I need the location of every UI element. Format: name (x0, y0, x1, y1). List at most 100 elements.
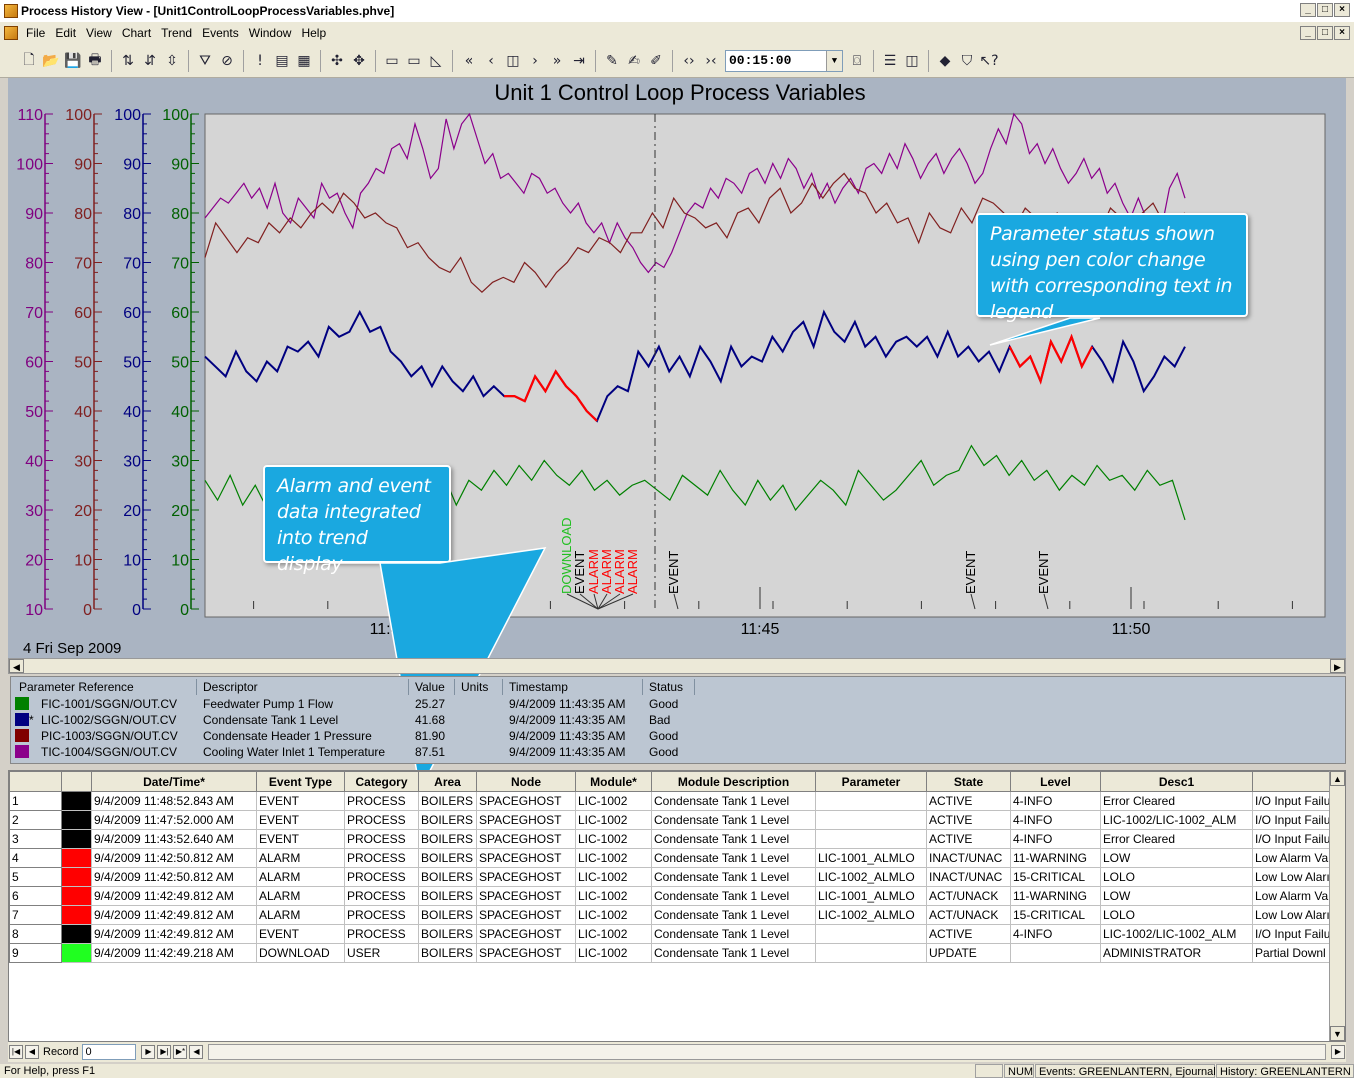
child-close-button[interactable]: × (1334, 26, 1350, 40)
event-col-header[interactable]: Event Type (256, 771, 345, 792)
scroll-up-icon[interactable]: ▲ (1330, 771, 1345, 786)
nav-scroll-right-icon[interactable]: ▶ (1331, 1045, 1345, 1059)
chart-window2-icon[interactable]: ▭ (404, 51, 424, 71)
nav-horizontal-scrollbar[interactable] (208, 1044, 1326, 1060)
event-row[interactable]: 8 9/4/2009 11:42:49.812 AM EVENT PROCESS BOI… (9, 924, 1334, 944)
properties-icon[interactable]: ▦ (294, 51, 314, 71)
legend-row[interactable]: * LIC-1002/SGGN/OUT.CV Condensate Tank 1 L… (11, 712, 1347, 728)
row-number[interactable]: 9 (9, 943, 62, 963)
tag-icon[interactable]: ⛉ (957, 51, 977, 71)
legend-header-status[interactable]: Status (643, 679, 695, 695)
camera-icon[interactable]: ⌼ (847, 51, 867, 71)
row-number[interactable]: 4 (9, 848, 62, 868)
event-col-header[interactable]: Area (418, 771, 477, 792)
event-row[interactable]: 9 9/4/2009 11:42:49.218 AM DOWNLOAD USER BOI… (9, 943, 1334, 963)
pen-edit-icon[interactable]: ✍ (624, 51, 644, 71)
event-row[interactable]: 5 9/4/2009 11:42:50.812 AM ALARM PROCESS BOI… (9, 867, 1334, 887)
menu-events[interactable]: Events (197, 26, 244, 40)
chart-horizontal-scrollbar[interactable]: ◀ ▶ (8, 658, 1346, 674)
alert-icon[interactable]: ! (250, 51, 270, 71)
scroll-right-icon[interactable]: ▶ (1330, 659, 1345, 673)
end-icon[interactable]: ⇥ (569, 51, 589, 71)
event-col-header[interactable]: Parameter (815, 771, 927, 792)
maximize-button[interactable]: □ (1317, 3, 1333, 17)
event-row[interactable]: 2 9/4/2009 11:47:52.000 AM EVENT PROCESS BOI… (9, 810, 1334, 830)
close-button[interactable]: × (1334, 3, 1350, 17)
pen-add-icon[interactable]: ✎ (602, 51, 622, 71)
scroll-left-icon[interactable]: ◀ (9, 659, 24, 673)
child-maximize-button[interactable]: □ (1317, 26, 1333, 40)
event-row[interactable]: 1 9/4/2009 11:48:52.843 AM EVENT PROCESS BOI… (9, 791, 1334, 811)
layout-rows-icon[interactable]: ☰ (880, 51, 900, 71)
print-icon[interactable]: 🖶 (85, 51, 105, 71)
menu-edit[interactable]: Edit (50, 26, 81, 40)
menu-window[interactable]: Window (244, 26, 297, 40)
pen-props-icon[interactable]: ✐ (646, 51, 666, 71)
event-col-header[interactable]: Module Description (651, 771, 816, 792)
save-icon[interactable]: 💾 (63, 51, 83, 71)
child-minimize-button[interactable]: _ (1300, 26, 1316, 40)
zoom-in-icon[interactable]: ‹› (679, 51, 699, 71)
legend-header-units[interactable]: Units (455, 679, 503, 695)
scroll-down-icon[interactable]: ▼ (1330, 1026, 1345, 1041)
minimize-button[interactable]: _ (1300, 3, 1316, 17)
filter-icon[interactable]: ⛛ (195, 51, 215, 71)
row-number[interactable]: 6 (9, 886, 62, 906)
next-record-icon[interactable]: ▶ (141, 1045, 156, 1059)
last-record-icon[interactable]: ▶| (157, 1045, 172, 1059)
menu-file[interactable]: File (21, 26, 50, 40)
legend-header-value[interactable]: Value (409, 679, 455, 695)
legend-row[interactable]: PIC-1003/SGGN/OUT.CV Condensate Header 1 … (11, 728, 1347, 744)
event-vertical-scrollbar[interactable]: ▲ ▼ (1329, 771, 1345, 1041)
row-number[interactable]: 5 (9, 867, 62, 887)
cursor-icon[interactable]: ✣ (327, 51, 347, 71)
event-col-header[interactable] (1251, 771, 1334, 792)
legend-header-descriptor[interactable]: Descriptor (197, 679, 409, 695)
legend-header-timestamp[interactable]: Timestamp (503, 679, 643, 695)
first-record-icon[interactable]: |◀ (9, 1045, 23, 1059)
event-col-header[interactable]: Module* (575, 771, 652, 792)
event-row[interactable]: 3 9/4/2009 11:43:52.640 AM EVENT PROCESS BOI… (9, 829, 1334, 849)
legend-header-reference[interactable]: Parameter Reference (13, 679, 197, 695)
row-number[interactable]: 3 (9, 829, 62, 849)
last-page-icon[interactable]: » (547, 51, 567, 71)
event-col-header[interactable] (61, 771, 92, 792)
trend-chart-area[interactable]: Unit 1 Control Loop Process Variables 10… (8, 78, 1346, 658)
row-number[interactable]: 8 (9, 924, 62, 944)
new-icon[interactable]: 🗋 (19, 51, 39, 71)
chevron-down-icon[interactable]: ▼ (826, 50, 842, 71)
row-number[interactable]: 1 (9, 791, 62, 811)
printer-icon[interactable]: ▤ (272, 51, 292, 71)
time-span-combo[interactable]: 00:15:00 ▼ (725, 49, 843, 72)
zoom-icon[interactable]: ✥ (349, 51, 369, 71)
event-col-header[interactable]: Category (344, 771, 419, 792)
open-icon[interactable]: 📂 (41, 51, 61, 71)
event-col-header[interactable]: Date/Time* (91, 771, 257, 792)
menu-chart[interactable]: Chart (117, 26, 156, 40)
trend-chart[interactable]: Unit 1 Control Loop Process Variables 10… (8, 78, 1346, 658)
first-page-icon[interactable]: « (459, 51, 479, 71)
event-col-header[interactable]: Level (1010, 771, 1101, 792)
next-icon[interactable]: › (525, 51, 545, 71)
event-row[interactable]: 7 9/4/2009 11:42:49.812 AM ALARM PROCESS BOI… (9, 905, 1334, 925)
gem-icon[interactable]: ◆ (935, 51, 955, 71)
event-col-header[interactable] (9, 771, 62, 792)
event-row[interactable]: 6 9/4/2009 11:42:49.812 AM ALARM PROCESS BOI… (9, 886, 1334, 906)
event-col-header[interactable]: Desc1 (1100, 771, 1253, 792)
previous-record-icon[interactable]: ◀ (25, 1045, 39, 1059)
clear-filter-icon[interactable]: ⊘ (217, 51, 237, 71)
legend-row[interactable]: FIC-1001/SGGN/OUT.CV Feedwater Pump 1 Flo… (11, 696, 1347, 712)
event-col-header[interactable]: Node (476, 771, 576, 792)
zoom-out-icon[interactable]: ›‹ (701, 51, 721, 71)
context-help-icon[interactable]: ↖? (979, 51, 999, 71)
sort-ascending-icon[interactable]: ⇅ (118, 51, 138, 71)
row-number[interactable]: 2 (9, 810, 62, 830)
nav-scroll-left-icon[interactable]: ◀ (189, 1045, 204, 1059)
layout-cols-icon[interactable]: ◫ (902, 51, 922, 71)
record-number-input[interactable]: 0 (82, 1044, 137, 1060)
menu-help[interactable]: Help (296, 26, 331, 40)
sort-icon[interactable]: ⇳ (162, 51, 182, 71)
new-record-icon[interactable]: ▶* (173, 1045, 188, 1059)
center-icon[interactable]: ◫ (503, 51, 523, 71)
menu-trend[interactable]: Trend (156, 26, 197, 40)
